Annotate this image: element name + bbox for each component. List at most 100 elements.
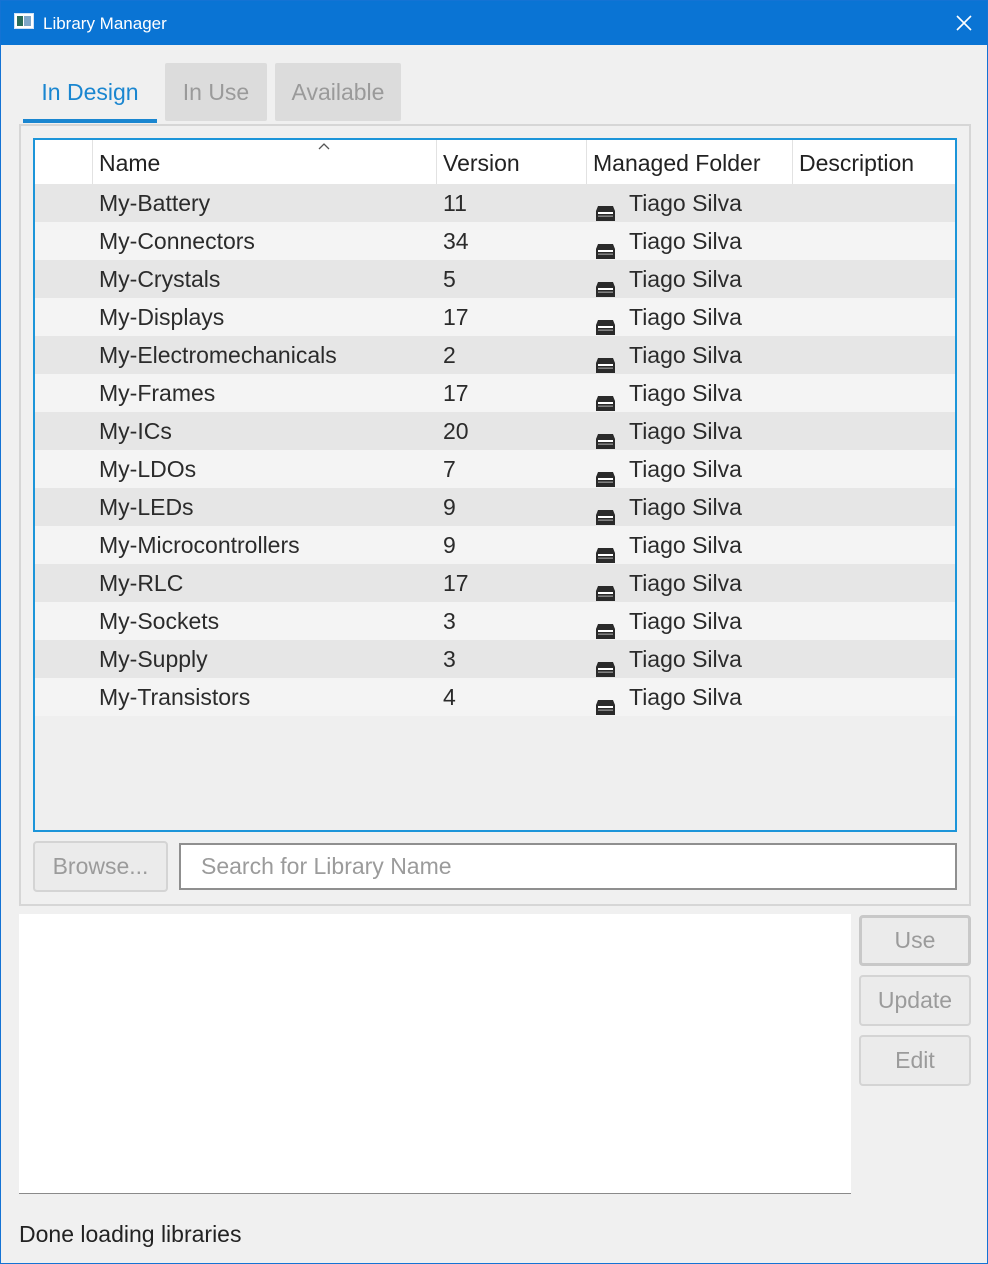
library-name-cell: My-Battery (99, 190, 211, 216)
table-row[interactable]: My-Transistors 4 Tiago Silva (35, 678, 955, 716)
managed-folder-label: Tiago Silva (629, 684, 742, 710)
table-row[interactable]: My-Electromechanicals 2 Tiago Silva (35, 336, 955, 374)
managed-folder-icon (595, 309, 616, 335)
library-version-cell: 9 (443, 494, 456, 520)
managed-folder-icon (595, 423, 616, 449)
managed-folder-cell: Tiago Silva (595, 412, 742, 450)
window-title: Library Manager (43, 14, 167, 33)
managed-folder-label: Tiago Silva (629, 190, 742, 216)
managed-folder-label: Tiago Silva (629, 342, 742, 368)
managed-folder-icon (595, 347, 616, 373)
managed-folder-label: Tiago Silva (629, 494, 742, 520)
library-name-cell: My-Frames (99, 380, 216, 406)
library-table[interactable]: Name Version Managed Folder Description … (33, 138, 957, 832)
managed-folder-label: Tiago Silva (629, 266, 742, 292)
managed-folder-cell: Tiago Silva (595, 298, 742, 336)
library-version-cell: 11 (443, 190, 467, 216)
table-row[interactable]: My-Microcontrollers 9 Tiago Silva (35, 526, 955, 564)
managed-folder-icon (595, 271, 616, 297)
table-row[interactable]: My-Frames 17 Tiago Silva (35, 374, 955, 412)
library-name-cell: My-RLC (99, 570, 184, 596)
managed-folder-cell: Tiago Silva (595, 678, 742, 716)
library-name-cell: My-Displays (99, 304, 225, 330)
library-version-cell: 17 (443, 570, 469, 596)
tab-available[interactable]: Available (275, 63, 401, 121)
managed-folder-label: Tiago Silva (629, 646, 742, 672)
library-name-cell: My-Supply (99, 646, 208, 672)
table-row[interactable]: My-Crystals 5 Tiago Silva (35, 260, 955, 298)
managed-folder-icon (595, 537, 616, 563)
column-header-description[interactable]: Description (793, 140, 955, 184)
managed-folder-label: Tiago Silva (629, 532, 742, 558)
managed-folder-cell: Tiago Silva (595, 602, 742, 640)
table-row[interactable]: My-Displays 17 Tiago Silva (35, 298, 955, 336)
managed-folder-cell: Tiago Silva (595, 526, 742, 564)
library-version-cell: 34 (443, 228, 469, 254)
managed-folder-icon (595, 613, 616, 639)
edit-button[interactable]: Edit (859, 1035, 971, 1086)
table-body: My-Battery 11 Tiago Silva My-Connectors 34 Ti… (35, 184, 955, 716)
library-name-cell: My-ICs (99, 418, 172, 444)
tab-in-design[interactable]: In Design (23, 63, 157, 123)
table-header: Name Version Managed Folder Description (35, 140, 955, 184)
table-row[interactable]: My-LEDs 9 Tiago Silva (35, 488, 955, 526)
library-version-cell: 7 (443, 456, 456, 482)
library-version-cell: 4 (443, 684, 456, 710)
column-header-blank[interactable] (35, 140, 93, 184)
library-name-cell: My-Transistors (99, 684, 251, 710)
managed-folder-cell: Tiago Silva (595, 184, 742, 222)
title-bar[interactable]: Library Manager (1, 1, 987, 45)
managed-folder-icon (595, 689, 616, 715)
managed-folder-label: Tiago Silva (629, 304, 742, 330)
table-row[interactable]: My-Connectors 34 Tiago Silva (35, 222, 955, 260)
managed-folder-cell: Tiago Silva (595, 640, 742, 678)
library-version-cell: 17 (443, 304, 469, 330)
search-input[interactable] (179, 843, 957, 890)
table-row[interactable]: My-RLC 17 Tiago Silva (35, 564, 955, 602)
library-name-cell: My-Connectors (99, 228, 255, 254)
library-version-cell: 5 (443, 266, 456, 292)
library-name-cell: My-LEDs (99, 494, 194, 520)
managed-folder-cell: Tiago Silva (595, 374, 742, 412)
managed-folder-cell: Tiago Silva (595, 488, 742, 526)
close-icon (956, 15, 972, 31)
managed-folder-label: Tiago Silva (629, 228, 742, 254)
managed-folder-label: Tiago Silva (629, 380, 742, 406)
library-name-cell: My-Crystals (99, 266, 221, 292)
library-manager-window: Library Manager In Design In Use Availab… (0, 0, 988, 1264)
library-version-cell: 2 (443, 342, 456, 368)
tab-in-use[interactable]: In Use (165, 63, 267, 121)
column-header-name[interactable]: Name (93, 140, 437, 184)
managed-folder-icon (595, 385, 616, 411)
library-version-cell: 3 (443, 646, 456, 672)
library-version-cell: 17 (443, 380, 469, 406)
status-text: Done loading libraries (19, 1221, 242, 1247)
column-header-managed-folder[interactable]: Managed Folder (587, 140, 793, 184)
managed-folder-label: Tiago Silva (629, 608, 742, 634)
table-row[interactable]: My-Battery 11 Tiago Silva (35, 184, 955, 222)
managed-folder-cell: Tiago Silva (595, 336, 742, 374)
library-details-panel (19, 914, 851, 1194)
use-button[interactable]: Use (859, 915, 971, 966)
managed-folder-icon (595, 651, 616, 677)
close-button[interactable] (941, 1, 987, 45)
library-app-icon (14, 13, 34, 29)
managed-folder-cell: Tiago Silva (595, 564, 742, 602)
library-version-cell: 3 (443, 608, 456, 634)
managed-folder-cell: Tiago Silva (595, 260, 742, 298)
table-row[interactable]: My-ICs 20 Tiago Silva (35, 412, 955, 450)
table-row[interactable]: My-Supply 3 Tiago Silva (35, 640, 955, 678)
managed-folder-icon (595, 195, 616, 221)
browse-button[interactable]: Browse... (33, 841, 168, 892)
table-row[interactable]: My-LDOs 7 Tiago Silva (35, 450, 955, 488)
managed-folder-cell: Tiago Silva (595, 222, 742, 260)
managed-folder-icon (595, 499, 616, 525)
column-header-version[interactable]: Version (437, 140, 587, 184)
table-row[interactable]: My-Sockets 3 Tiago Silva (35, 602, 955, 640)
library-name-cell: My-Microcontrollers (99, 532, 300, 558)
library-name-cell: My-Electromechanicals (99, 342, 337, 368)
managed-folder-label: Tiago Silva (629, 570, 742, 596)
library-version-cell: 9 (443, 532, 456, 558)
library-version-cell: 20 (443, 418, 469, 444)
update-button[interactable]: Update (859, 975, 971, 1026)
